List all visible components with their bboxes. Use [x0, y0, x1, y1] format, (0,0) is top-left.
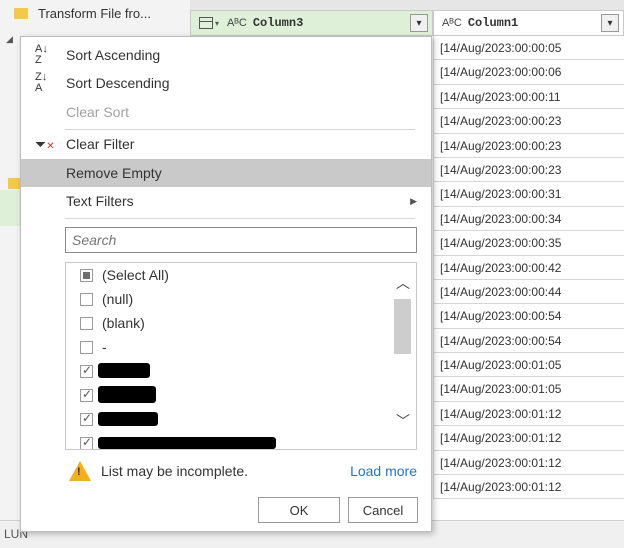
menu-clear-filter[interactable]: ⏷✕ Clear Filter	[21, 130, 431, 158]
table-cell[interactable]: [14/Aug/2023:00:00:34	[433, 206, 624, 232]
table-cell[interactable]: [14/Aug/2023:00:01:12	[433, 475, 624, 500]
table-cell[interactable]: [14/Aug/2023:00:00:23	[433, 109, 624, 134]
filter-values-list[interactable]: (Select All) (null) (blank) - ✓ ✓ ✓ ✓ ︿ …	[65, 262, 417, 450]
cancel-button[interactable]: Cancel	[348, 497, 418, 523]
sort-descending-icon: Z↓ A	[35, 71, 48, 94]
grid-top-strip	[190, 0, 624, 10]
column1-header[interactable]: AᴮC Column1 ▾	[433, 10, 624, 36]
folder-icon	[14, 7, 28, 19]
checkbox[interactable]	[80, 387, 93, 402]
menu-item-label: Clear Filter	[66, 136, 135, 152]
warning-icon: !	[69, 461, 91, 481]
column3-header[interactable]: ▾ AᴮC Column3 ▾	[190, 10, 433, 36]
column-filter-menu: A↓ Z Sort Ascending Z↓ A Sort Descending C…	[20, 36, 432, 532]
table-cell[interactable]: [14/Aug/2023:00:00:05	[433, 36, 624, 61]
submenu-arrow-icon: ▶	[410, 195, 417, 206]
list-scrollbar[interactable]: ︿ ﹀	[390, 263, 416, 449]
column1-filter-button[interactable]: ▾	[601, 14, 619, 32]
text-type-icon[interactable]: AᴮC	[442, 17, 462, 29]
list-item-label: (null)	[102, 291, 134, 307]
list-item-label: (Select All)	[102, 267, 169, 283]
redaction-mark	[98, 437, 276, 449]
table-cell[interactable]: [14/Aug/2023:00:00:54	[433, 304, 624, 329]
menu-clear-sort[interactable]: Clear Sort	[21, 98, 431, 126]
table-cell[interactable]: [14/Aug/2023:00:00:42	[433, 255, 624, 280]
table-cell[interactable]: [14/Aug/2023:00:00:23	[433, 133, 624, 158]
column3-name: Column3	[252, 16, 304, 30]
table-icon[interactable]	[199, 17, 213, 29]
query-item-transform-file[interactable]: Transform File fro...	[0, 2, 151, 24]
checkbox[interactable]	[80, 316, 93, 330]
menu-item-label: Sort Ascending	[66, 47, 161, 63]
redaction-mark	[98, 412, 158, 426]
warning-text: List may be incomplete.	[101, 463, 249, 479]
chevron-down-icon[interactable]: ▾	[215, 19, 219, 28]
table-cell[interactable]: [14/Aug/2023:00:00:44	[433, 279, 624, 305]
column1-cells: [14/Aug/2023:00:00:05 [14/Aug/2023:00:00…	[433, 36, 624, 500]
menu-text-filters[interactable]: Text Filters ▶	[21, 187, 431, 215]
scroll-up-icon[interactable]: ︿	[394, 275, 412, 291]
checkbox[interactable]	[80, 411, 93, 426]
scroll-thumb[interactable]	[394, 299, 411, 354]
query-label: Transform File fro...	[38, 5, 151, 21]
menu-sort-descending[interactable]: Z↓ A Sort Descending	[21, 69, 431, 97]
scroll-down-icon[interactable]: ﹀	[394, 413, 412, 429]
table-cell[interactable]: [14/Aug/2023:00:01:12	[433, 426, 624, 451]
menu-item-label: Sort Descending	[66, 75, 170, 91]
menu-item-label: Clear Sort	[66, 104, 130, 120]
text-type-icon[interactable]: AᴮC	[227, 17, 247, 29]
table-cell[interactable]: [14/Aug/2023:00:00:35	[433, 231, 624, 256]
table-cell[interactable]: [14/Aug/2023:00:00:06	[433, 60, 624, 85]
redaction-mark	[98, 386, 156, 403]
ok-button[interactable]: OK	[258, 497, 340, 523]
table-cell[interactable]: [14/Aug/2023:00:01:12	[433, 401, 624, 427]
search-field[interactable]	[65, 227, 417, 253]
column1-name: Column1	[467, 16, 519, 30]
table-cell[interactable]: [14/Aug/2023:00:00:31	[433, 182, 624, 207]
menu-item-label: Text Filters	[66, 193, 134, 209]
menu-item-label: Remove Empty	[66, 165, 162, 181]
table-cell[interactable]: [14/Aug/2023:00:01:05	[433, 377, 624, 402]
query-group[interactable]: ◢	[0, 28, 13, 50]
list-item-label: -	[102, 339, 107, 355]
sort-ascending-icon: A↓ Z	[35, 43, 48, 66]
checkbox[interactable]	[80, 268, 93, 282]
collapse-triangle-icon[interactable]: ◢	[6, 34, 13, 45]
checkbox[interactable]	[80, 340, 93, 354]
menu-divider	[65, 218, 415, 219]
column3-filter-button[interactable]: ▾	[410, 14, 428, 32]
redaction-mark	[98, 363, 150, 378]
checkbox[interactable]	[80, 435, 93, 449]
table-cell[interactable]: [14/Aug/2023:00:01:12	[433, 450, 624, 476]
table-cell[interactable]: [14/Aug/2023:00:01:05	[433, 353, 624, 378]
menu-remove-empty[interactable]: Remove Empty	[21, 159, 431, 187]
table-cell[interactable]: [14/Aug/2023:00:00:23	[433, 157, 624, 183]
search-input[interactable]	[66, 228, 416, 252]
table-cell[interactable]: [14/Aug/2023:00:00:54	[433, 328, 624, 354]
table-cell[interactable]: [14/Aug/2023:00:00:11	[433, 84, 624, 110]
checkbox[interactable]	[80, 292, 93, 306]
load-more-link[interactable]: Load more	[350, 463, 417, 479]
checkbox[interactable]	[80, 363, 93, 378]
clear-filter-icon: ⏷✕	[35, 135, 55, 152]
list-item-label: (blank)	[102, 315, 145, 331]
warning-row: ! List may be incomplete. Load more	[65, 457, 417, 487]
menu-sort-ascending[interactable]: A↓ Z Sort Ascending	[21, 41, 431, 69]
